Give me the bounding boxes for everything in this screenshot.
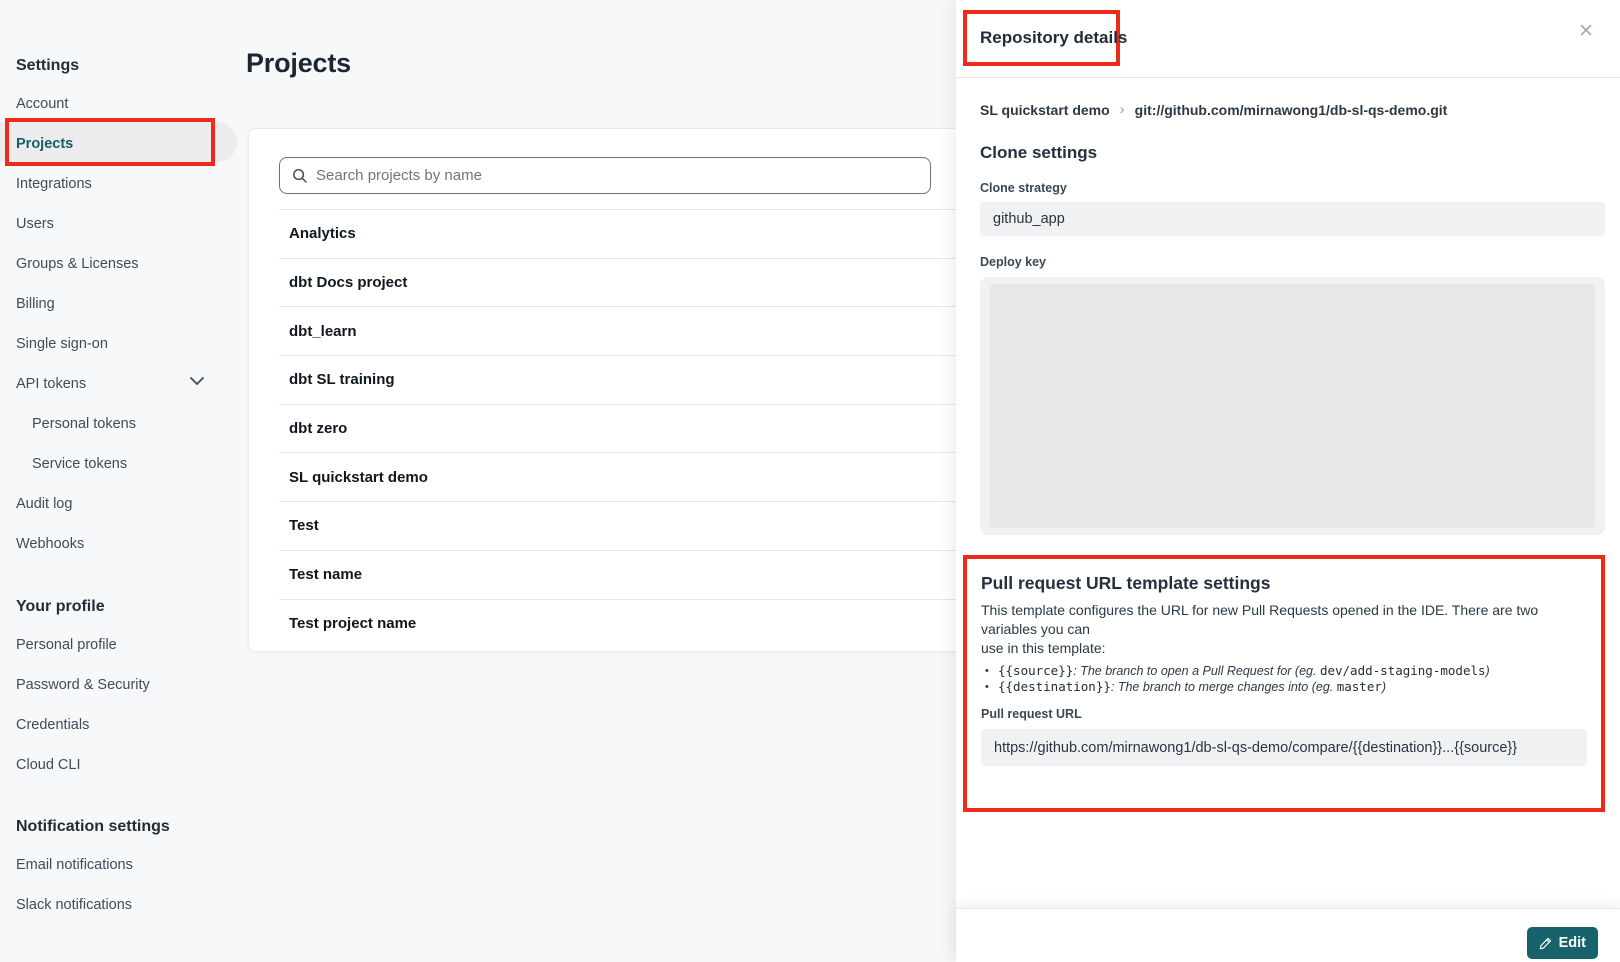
sidebar-item-password-security[interactable]: Password & Security bbox=[0, 666, 240, 704]
pull-request-url-field: https://github.com/mirnawong1/db-sl-qs-d… bbox=[981, 729, 1587, 766]
clone-strategy-label: Clone strategy bbox=[980, 181, 1605, 196]
panel-header: Repository details ✕ bbox=[956, 0, 1620, 78]
settings-sidebar: Settings AccountProjectsIntegrationsUser… bbox=[0, 0, 240, 962]
sidebar-item-cloud-cli[interactable]: Cloud CLI bbox=[0, 746, 240, 784]
variable-destination: {{destination}}: The branch to merge cha… bbox=[981, 679, 1587, 695]
pr-template-variables: {{source}}: The branch to open a Pull Re… bbox=[981, 663, 1587, 695]
sidebar-item-users[interactable]: Users bbox=[0, 205, 240, 243]
sidebar-item-integrations[interactable]: Integrations bbox=[0, 165, 240, 203]
project-search bbox=[279, 157, 931, 194]
sidebar-heading-notification-settings: Notification settings bbox=[16, 817, 170, 837]
sidebar-item-api-tokens[interactable]: API tokens bbox=[0, 365, 240, 403]
settings-page: Settings AccountProjectsIntegrationsUser… bbox=[0, 0, 1620, 962]
sidebar-item-service-tokens[interactable]: Service tokens bbox=[0, 445, 240, 483]
annotation-box-pr-template-section: Pull request URL template settings This … bbox=[963, 555, 1605, 812]
pr-template-heading: Pull request URL template settings bbox=[981, 572, 1587, 594]
pr-template-description-line2: use in this template: bbox=[981, 639, 1587, 658]
sidebar-item-projects[interactable]: Projects bbox=[0, 125, 240, 163]
sidebar-item-credentials[interactable]: Credentials bbox=[0, 706, 240, 744]
search-icon bbox=[292, 168, 308, 184]
pencil-icon bbox=[1539, 937, 1552, 950]
breadcrumb-repo-url: git://github.com/mirnawong1/db-sl-qs-dem… bbox=[1135, 102, 1448, 118]
edit-button[interactable]: Edit bbox=[1527, 927, 1598, 959]
clone-strategy-field: github_app bbox=[980, 202, 1605, 236]
sidebar-item-personal-profile[interactable]: Personal profile bbox=[0, 626, 240, 664]
sidebar-heading-your-profile: Your profile bbox=[16, 597, 105, 617]
chevron-down-icon bbox=[190, 377, 204, 385]
page-title: Projects bbox=[246, 48, 351, 79]
sidebar-item-billing[interactable]: Billing bbox=[0, 285, 240, 323]
search-input[interactable] bbox=[316, 158, 930, 193]
panel-body: SL quickstart demo › git://github.com/mi… bbox=[956, 78, 1620, 812]
breadcrumb-project: SL quickstart demo bbox=[980, 102, 1110, 118]
edit-button-label: Edit bbox=[1559, 935, 1586, 951]
deploy-key-label: Deploy key bbox=[980, 255, 1605, 270]
sidebar-item-slack-notifications[interactable]: Slack notifications bbox=[0, 886, 240, 924]
panel-footer: Edit bbox=[956, 908, 1620, 962]
breadcrumb: SL quickstart demo › git://github.com/mi… bbox=[980, 100, 1605, 120]
repository-details-panel: Repository details ✕ SL quickstart demo … bbox=[956, 0, 1620, 962]
close-icon[interactable]: ✕ bbox=[1578, 22, 1594, 41]
sidebar-item-groups-licenses[interactable]: Groups & Licenses bbox=[0, 245, 240, 283]
deploy-key-redacted-value bbox=[990, 284, 1595, 528]
sidebar-item-email-notifications[interactable]: Email notifications bbox=[0, 846, 240, 884]
sidebar-item-webhooks[interactable]: Webhooks bbox=[0, 525, 240, 563]
sidebar-item-single-sign-on[interactable]: Single sign-on bbox=[0, 325, 240, 363]
chevron-right-icon: › bbox=[1120, 101, 1125, 118]
sidebar-heading-settings: Settings bbox=[16, 56, 79, 76]
pr-template-description: This template configures the URL for new… bbox=[981, 601, 1587, 658]
sidebar-item-account[interactable]: Account bbox=[0, 85, 240, 123]
sidebar-item-personal-tokens[interactable]: Personal tokens bbox=[0, 405, 240, 443]
clone-settings-heading: Clone settings bbox=[980, 142, 1605, 164]
panel-title: Repository details bbox=[980, 28, 1127, 48]
variable-source: {{source}}: The branch to open a Pull Re… bbox=[981, 663, 1587, 679]
annotation-box-repository-details: Repository details bbox=[963, 10, 1120, 66]
sidebar-item-audit-log[interactable]: Audit log bbox=[0, 485, 240, 523]
pull-request-url-label: Pull request URL bbox=[981, 707, 1587, 722]
deploy-key-box bbox=[980, 277, 1605, 535]
pr-template-description-line1: This template configures the URL for new… bbox=[981, 601, 1587, 639]
